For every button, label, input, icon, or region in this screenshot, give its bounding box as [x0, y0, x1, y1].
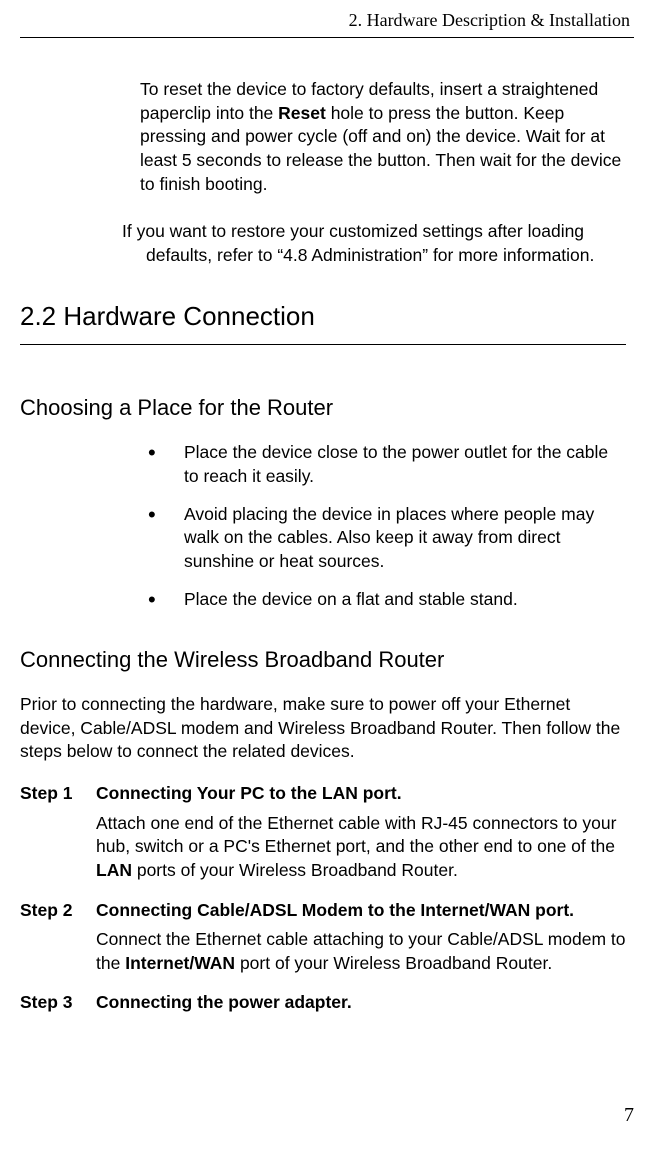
restore-paragraph: If you want to restore your customized s…	[140, 214, 626, 267]
step-row: Step 1 Connecting Your PC to the LAN por…	[20, 782, 626, 893]
step-text-bold: Internet/WAN	[125, 953, 235, 973]
step-body: Connecting Your PC to the LAN port. Atta…	[96, 782, 626, 893]
step-text: Attach one end of the Ethernet cable wit…	[96, 812, 626, 883]
choosing-bullets: Place the device close to the power outl…	[140, 441, 626, 611]
bullet-text: Place the device on a flat and stable st…	[184, 589, 518, 609]
step-row: Step 2 Connecting Cable/ADSL Modem to th…	[20, 899, 626, 986]
step-row: Step 3 Connecting the power adapter.	[20, 991, 626, 1021]
step-text-c: port of your Wireless Broadband Router.	[235, 953, 552, 973]
list-item: Place the device on a flat and stable st…	[140, 588, 626, 612]
page-header: 2. Hardware Description & Installation	[20, 10, 634, 38]
chapter-title: 2. Hardware Description & Installation	[349, 10, 630, 30]
connecting-intro: Prior to connecting the hardware, make s…	[20, 693, 626, 764]
step-label: Step 2	[20, 899, 96, 986]
step-body: Connecting Cable/ADSL Modem to the Inter…	[96, 899, 626, 986]
section-title: 2.2 Hardware Connection	[20, 301, 626, 345]
page: 2. Hardware Description & Installation T…	[0, 0, 654, 1151]
steps-list: Step 1 Connecting Your PC to the LAN por…	[20, 782, 626, 1021]
step-label: Step 1	[20, 782, 96, 893]
reset-bold: Reset	[278, 103, 326, 123]
step-title: Connecting the power adapter.	[96, 991, 626, 1015]
step-label: Step 3	[20, 991, 96, 1021]
step-body: Connecting the power adapter.	[96, 991, 626, 1021]
step-title: Connecting Your PC to the LAN port.	[96, 782, 626, 806]
step-text: Connect the Ethernet cable attaching to …	[96, 928, 626, 975]
restore-line-1: If you want to restore your customized s…	[122, 220, 626, 244]
step-text-a: Attach one end of the Ethernet cable wit…	[96, 813, 616, 857]
restore-line-2: defaults, refer to “4.8 Administration” …	[122, 244, 626, 268]
reset-paragraph: To reset the device to factory defaults,…	[140, 78, 626, 196]
list-item: Place the device close to the power outl…	[140, 441, 626, 488]
step-text-bold: LAN	[96, 860, 132, 880]
bullet-text: Place the device close to the power outl…	[184, 442, 608, 486]
choosing-heading: Choosing a Place for the Router	[20, 395, 626, 421]
step-title: Connecting Cable/ADSL Modem to the Inter…	[96, 899, 626, 923]
connecting-heading: Connecting the Wireless Broadband Router	[20, 647, 626, 673]
page-number: 7	[624, 1104, 634, 1127]
page-content: To reset the device to factory defaults,…	[20, 38, 634, 1021]
bullet-text: Avoid placing the device in places where…	[184, 504, 594, 571]
step-text-c: ports of your Wireless Broadband Router.	[132, 860, 458, 880]
list-item: Avoid placing the device in places where…	[140, 503, 626, 574]
